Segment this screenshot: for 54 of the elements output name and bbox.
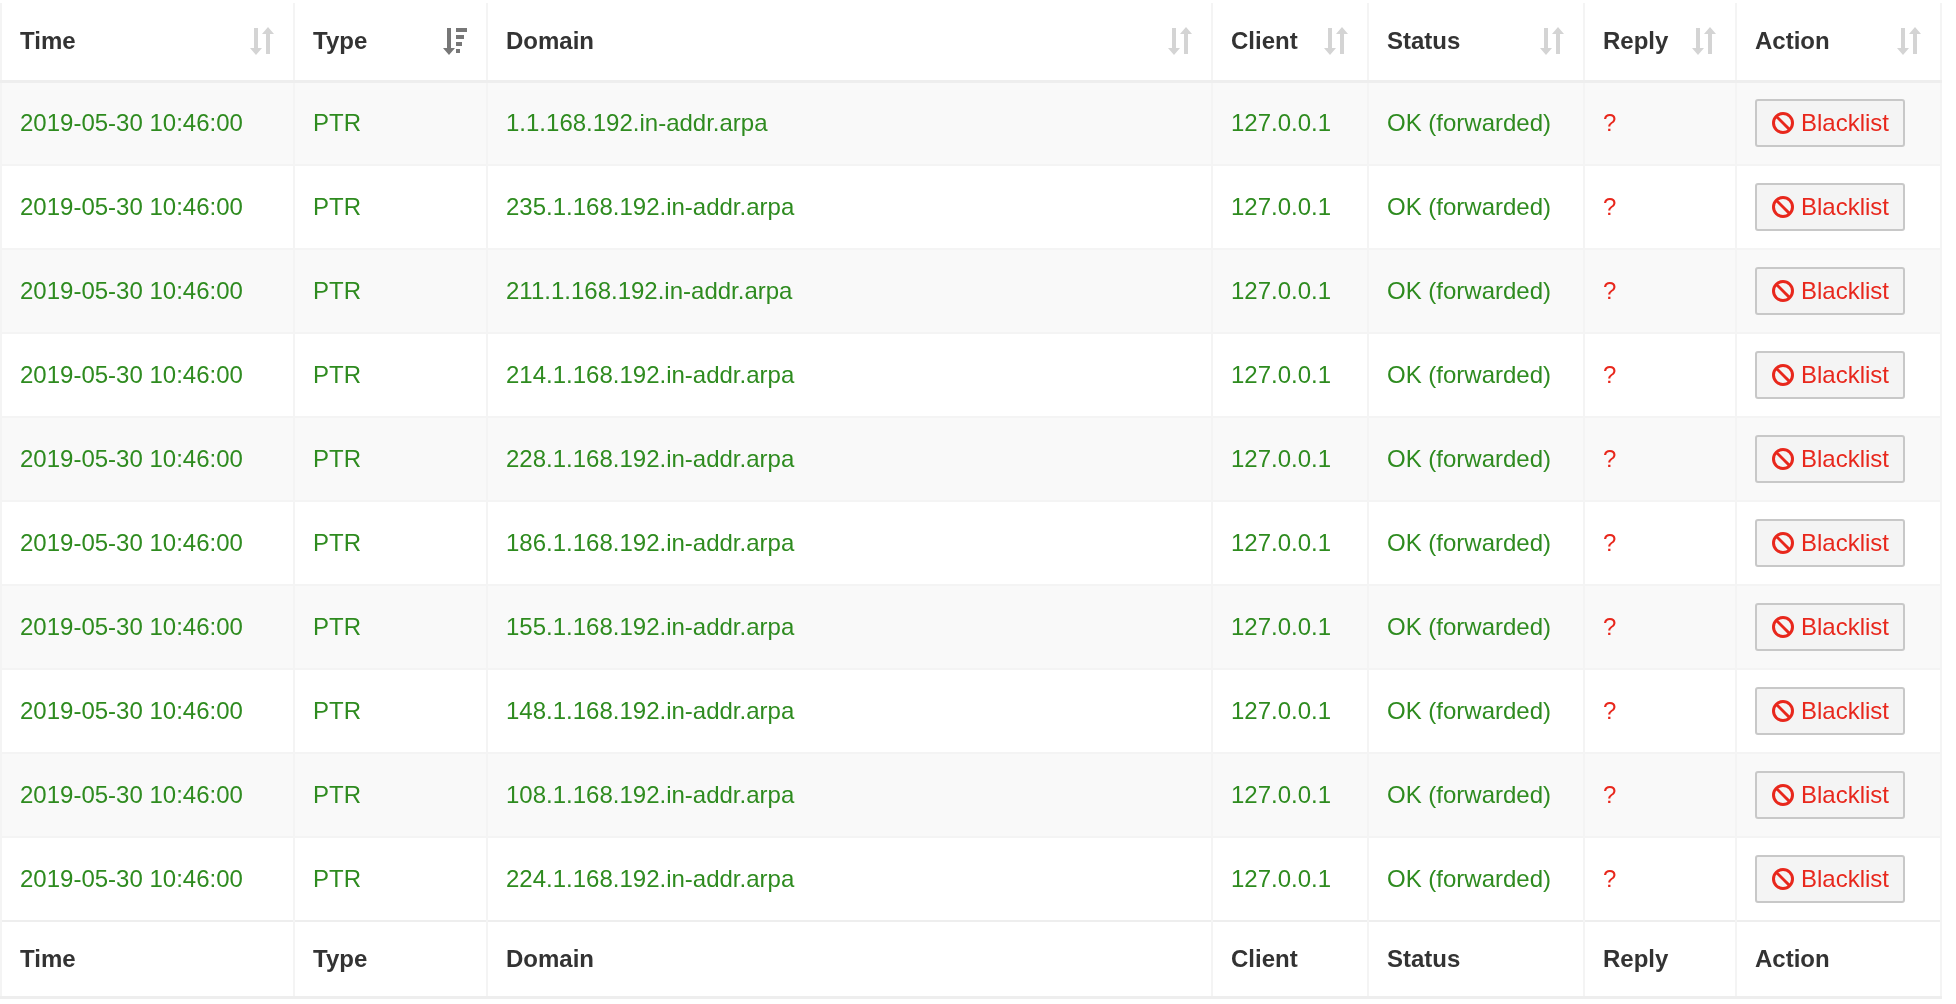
column-header[interactable]: Action (1736, 3, 1941, 81)
sort-descending-icon (442, 26, 468, 57)
blacklist-button[interactable]: Blacklist (1755, 519, 1906, 567)
column-header[interactable]: Type (294, 3, 487, 81)
blacklist-button[interactable]: Blacklist (1755, 687, 1906, 735)
prohibited-icon (1771, 615, 1795, 639)
prohibited-icon (1771, 279, 1795, 303)
column-label: Type (313, 26, 368, 57)
blacklist-button[interactable]: Blacklist (1755, 351, 1906, 399)
reply-cell: ? (1584, 837, 1736, 921)
sort-icon (1539, 26, 1565, 57)
blacklist-button[interactable]: Blacklist (1755, 771, 1906, 819)
column-label: Action (1755, 26, 1830, 57)
column-footer: Action (1736, 921, 1941, 997)
column-label: Client (1231, 26, 1298, 57)
column-footer: Reply (1584, 921, 1736, 997)
blacklist-button[interactable]: Blacklist (1755, 99, 1906, 148)
prohibited-icon (1771, 867, 1795, 891)
prohibited-icon (1771, 531, 1795, 555)
column-footer: Time (1, 921, 294, 997)
column-footer: Client (1212, 921, 1368, 997)
sort-icon (1691, 26, 1717, 57)
prohibited-icon (1771, 699, 1795, 723)
time-cell: 2019-05-30 10:46:00 (1, 837, 294, 921)
column-label: Domain (506, 26, 594, 57)
status-cell: OK (forwarded) (1368, 837, 1584, 921)
prohibited-icon (1771, 111, 1795, 136)
domain-cell: 224.1.168.192.in-addr.arpa (487, 837, 1212, 921)
column-header[interactable]: Reply (1584, 3, 1736, 81)
prohibited-icon (1771, 195, 1795, 219)
sort-icon (249, 26, 275, 57)
column-footer: Status (1368, 921, 1584, 997)
sort-icon (1323, 26, 1349, 57)
column-footer: Type (294, 921, 487, 997)
type-cell: PTR (294, 837, 487, 921)
blacklist-button[interactable]: Blacklist (1755, 435, 1906, 483)
prohibited-icon (1771, 783, 1795, 807)
prohibited-icon (1771, 447, 1795, 471)
prohibited-icon (1771, 363, 1795, 387)
column-header[interactable]: Client (1212, 3, 1368, 81)
column-label: Time (20, 26, 76, 57)
column-header[interactable]: Time (1, 3, 294, 81)
blacklist-button[interactable]: Blacklist (1755, 603, 1906, 651)
column-header[interactable]: Status (1368, 3, 1584, 81)
client-cell: 127.0.0.1 (1212, 837, 1368, 921)
column-footer: Domain (487, 921, 1212, 997)
sort-icon (1896, 26, 1922, 57)
column-header[interactable]: Domain (487, 3, 1212, 81)
column-label: Status (1387, 26, 1461, 57)
blacklist-button[interactable]: Blacklist (1755, 267, 1906, 315)
column-label: Reply (1603, 26, 1669, 57)
sort-icon (1167, 26, 1193, 57)
blacklist-button[interactable]: Blacklist (1755, 183, 1906, 231)
blacklist-button[interactable]: Blacklist (1755, 855, 1906, 903)
